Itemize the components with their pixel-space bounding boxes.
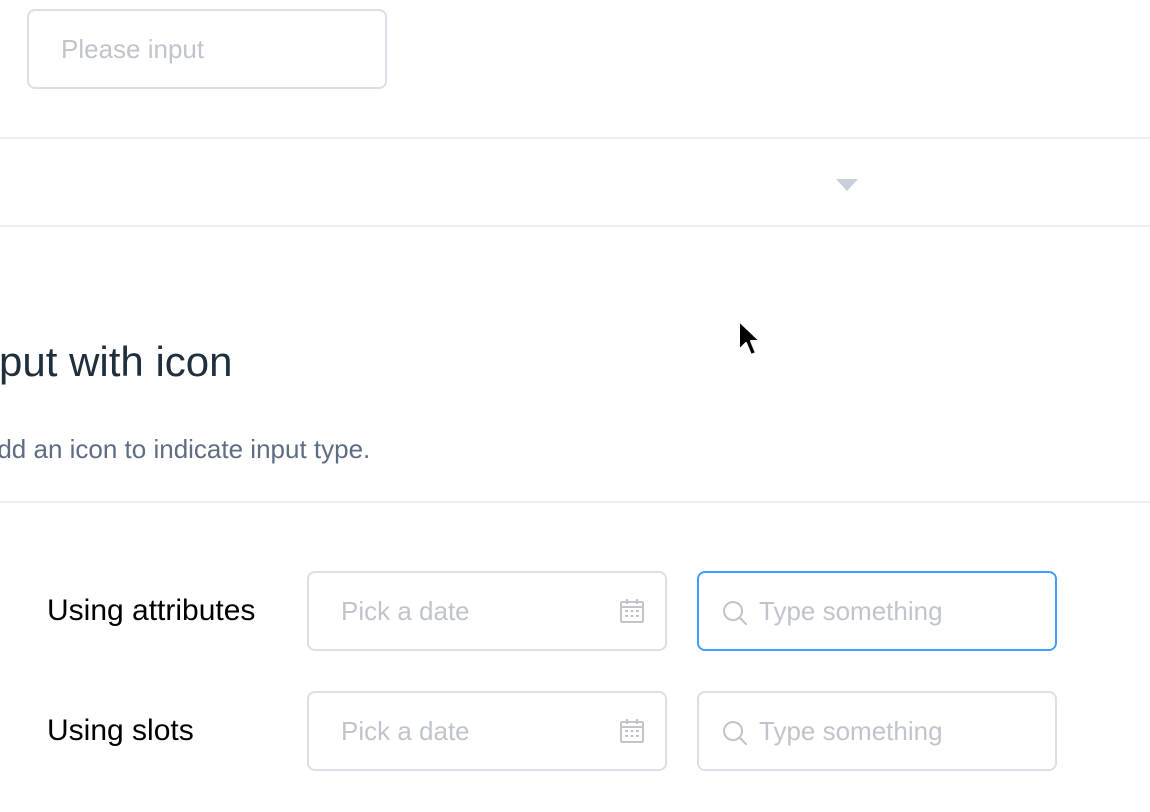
search-input-attributes[interactable]: Type something	[697, 571, 1057, 651]
top-input-placeholder: Please input	[61, 33, 205, 64]
search-placeholder: Type something	[759, 595, 943, 626]
mouse-cursor-icon	[738, 320, 761, 356]
calendar-icon[interactable]	[619, 598, 645, 624]
search-input-slots[interactable]: Type something	[697, 691, 1057, 771]
date-placeholder: Pick a date	[341, 595, 470, 626]
divider	[0, 225, 1150, 227]
section-title: Input with icon	[0, 338, 233, 385]
date-input-slots[interactable]: Pick a date	[307, 691, 667, 771]
caret-down-icon[interactable]	[836, 179, 858, 191]
row-label-slots: Using slots	[47, 714, 194, 747]
date-input-attributes[interactable]: Pick a date	[307, 571, 667, 651]
date-placeholder: Pick a date	[341, 715, 470, 746]
search-placeholder: Type something	[759, 715, 943, 746]
row-label-attributes: Using attributes	[47, 594, 256, 627]
calendar-icon[interactable]	[619, 718, 645, 744]
search-icon	[723, 601, 747, 625]
section-description: Add an icon to indicate input type.	[0, 434, 371, 464]
search-icon	[723, 721, 747, 745]
top-text-input[interactable]: Please input	[27, 9, 387, 89]
divider	[0, 501, 1150, 503]
dropdown-select[interactable]	[0, 139, 1150, 225]
